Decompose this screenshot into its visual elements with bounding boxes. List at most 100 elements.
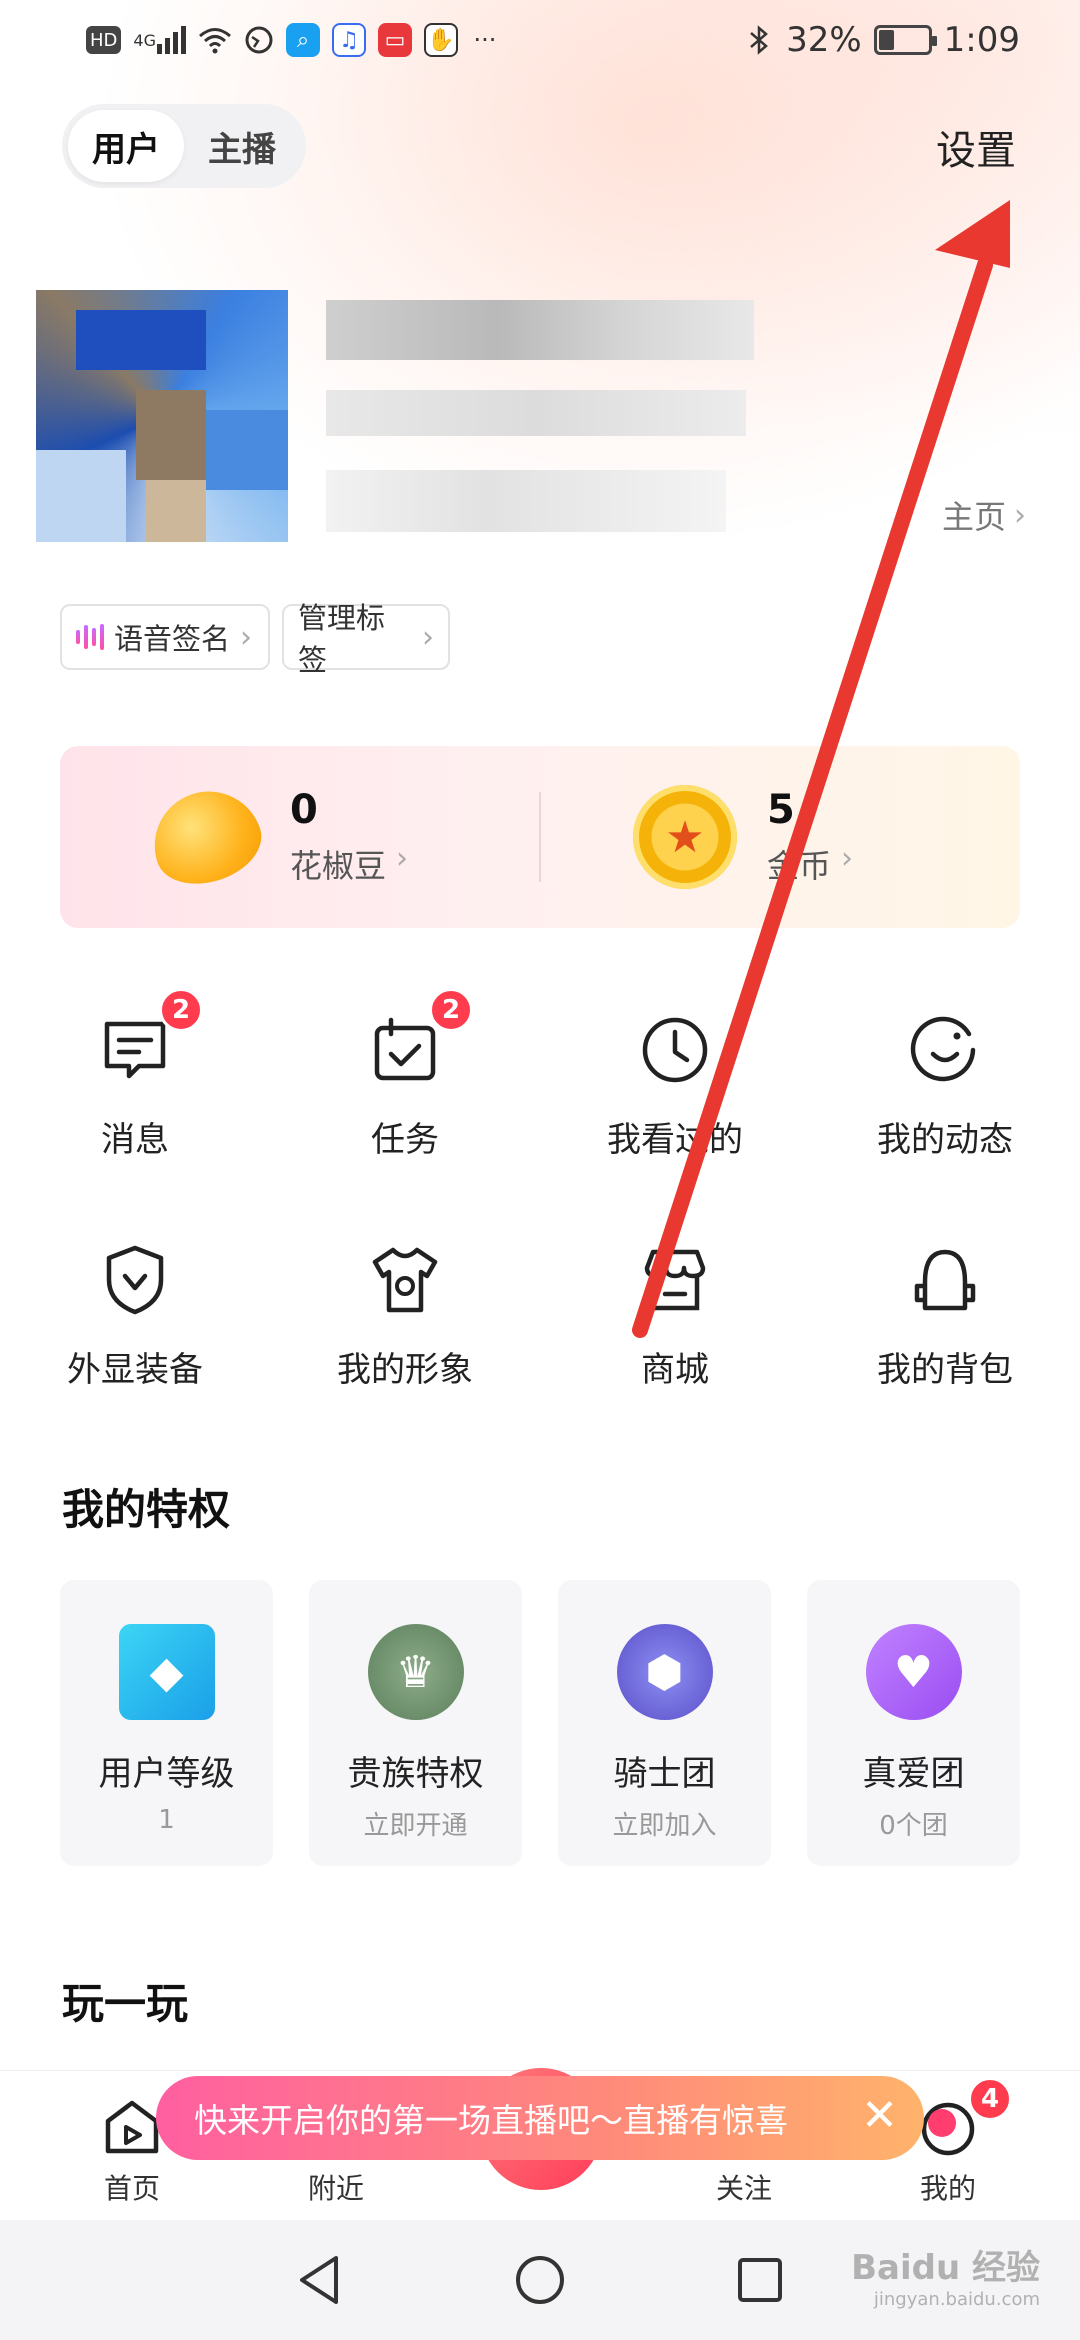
privilege-title: 贵族特权 xyxy=(347,1754,484,1794)
homepage-link[interactable]: 主页 › xyxy=(942,492,1026,538)
role-host-tab[interactable]: 主播 xyxy=(184,110,300,182)
network-type: 4G xyxy=(133,30,156,50)
coins-value: 5 xyxy=(767,787,795,833)
wallet-card: 0 花椒豆 › ★ 5 金币 › xyxy=(60,746,1020,928)
hd-icon: HD xyxy=(86,26,122,54)
menu-label: 我看过的 xyxy=(607,1120,743,1160)
menu-messages[interactable]: 2 消息 xyxy=(0,988,270,1161)
recents-button[interactable] xyxy=(730,2250,790,2310)
bean-icon xyxy=(140,777,272,897)
voice-signature-label: 语音签名 xyxy=(114,622,231,656)
homepage-link-label: 主页 xyxy=(941,498,1006,536)
status-left-icons: HD 4G ⌕ ♫ ▭ ✋ ··· xyxy=(86,23,500,57)
back-triangle-icon xyxy=(300,2256,338,2304)
backpack-icon xyxy=(905,1240,985,1320)
diamond-icon: ◆ xyxy=(118,1624,215,1720)
menu-tasks[interactable]: 2 任务 xyxy=(270,988,540,1161)
book-app-icon: ▭ xyxy=(377,23,412,57)
play-section-title: 玩一玩 xyxy=(62,1979,189,2028)
menu-label: 任务 xyxy=(371,1120,439,1160)
battery-icon xyxy=(873,25,937,55)
tab-label: 我的 xyxy=(919,2172,976,2205)
mine-badge: 4 xyxy=(968,2077,1012,2121)
privileges-list: ◆ 用户等级 1 ♛ 贵族特权 立即开通 ⬢ 骑士团 立即加入 ♥ 真爱团 0个… xyxy=(60,1580,1020,1866)
coins-label: 金币 xyxy=(767,847,832,885)
manage-tags-tag[interactable]: 管理标签 › xyxy=(282,601,450,677)
coin-icon: ★ xyxy=(633,785,737,889)
privilege-sub: 1 xyxy=(158,1805,175,1835)
chevron-right-icon: › xyxy=(841,841,854,876)
menu-label: 商城 xyxy=(641,1350,709,1390)
promo-text: 快来开启你的第一场直播吧～直播有惊喜 xyxy=(194,2101,788,2140)
tab-label: 首页 xyxy=(103,2172,160,2205)
recents-square-icon xyxy=(738,2258,782,2302)
privilege-title: 真爱团 xyxy=(862,1754,965,1794)
voice-wave-icon xyxy=(76,624,104,650)
go-live-promo-banner[interactable]: 快来开启你的第一场直播吧～直播有惊喜 ✕ xyxy=(156,2076,924,2160)
search-app-icon: ⌕ xyxy=(285,23,320,57)
menu-history[interactable]: 我看过的 xyxy=(540,1010,810,1161)
signal-4g-icon: 4G xyxy=(133,23,186,57)
task-icon: 2 xyxy=(365,988,473,1090)
role-user-tab[interactable]: 用户 xyxy=(68,110,184,182)
menu-row-1: 2 消息 2 任务 我看过的 我的动态 xyxy=(0,988,1080,1161)
menu-label: 我的动态 xyxy=(877,1120,1013,1160)
task-badge: 2 xyxy=(429,988,473,1032)
privilege-sub: 立即开通 xyxy=(363,1811,468,1841)
privilege-true-love[interactable]: ♥ 真爱团 0个团 xyxy=(807,1580,1020,1866)
hand-app-icon: ✋ xyxy=(423,23,458,57)
menu-backpack[interactable]: 我的背包 xyxy=(810,1240,1080,1391)
privilege-sub: 立即加入 xyxy=(612,1811,717,1841)
privilege-noble[interactable]: ♛ 贵族特权 立即开通 xyxy=(309,1580,522,1866)
history-clock-icon xyxy=(635,1010,715,1090)
user-stats-redacted xyxy=(326,470,726,532)
role-switch: 用户 主播 xyxy=(62,104,306,188)
privileges-title: 我的特权 xyxy=(62,1485,231,1534)
wifi-icon xyxy=(198,23,232,57)
battery-fill xyxy=(878,30,894,50)
user-info-redacted xyxy=(326,390,746,436)
chevron-right-icon: › xyxy=(240,619,253,655)
menu-equipment[interactable]: 外显装备 xyxy=(0,1240,270,1391)
tab-label: 关注 xyxy=(715,2172,772,2205)
menu-label: 我的形象 xyxy=(337,1350,473,1390)
watermark-url: jingyan.baidu.com xyxy=(873,2289,1040,2310)
menu-store[interactable]: 商城 xyxy=(540,1240,810,1391)
privilege-title: 用户等级 xyxy=(98,1754,235,1794)
heart-group-icon: ♥ xyxy=(865,1624,962,1720)
settings-button[interactable]: 设置 xyxy=(936,118,1016,176)
tshirt-icon xyxy=(365,1240,445,1320)
close-icon[interactable]: ✕ xyxy=(861,2094,898,2138)
chevron-right-icon: › xyxy=(1014,497,1026,533)
privilege-user-level[interactable]: ◆ 用户等级 1 xyxy=(60,1580,273,1866)
knight-badge-icon: ⬢ xyxy=(616,1624,713,1720)
music-app-icon: ♫ xyxy=(331,23,366,57)
clock: 1:09 xyxy=(943,20,1020,60)
watermark: Baidu 经验 jingyan.baidu.com xyxy=(851,2240,1040,2310)
privilege-sub: 0个团 xyxy=(879,1811,948,1841)
username-redacted xyxy=(326,300,754,360)
voice-signature-tag[interactable]: 语音签名 › xyxy=(60,604,270,670)
home-icon xyxy=(105,2100,159,2154)
back-button[interactable] xyxy=(290,2250,350,2310)
noble-crest-icon: ♛ xyxy=(367,1624,464,1720)
chevron-right-icon: › xyxy=(422,619,434,655)
tab-label: 附近 xyxy=(307,2172,364,2205)
menu-row-2: 外显装备 我的形象 商城 我的背包 xyxy=(0,1240,1080,1391)
beans-balance[interactable]: 0 花椒豆 › xyxy=(60,777,539,897)
chevron-right-icon: › xyxy=(396,841,409,876)
coins-balance[interactable]: ★ 5 金币 › xyxy=(541,785,1020,889)
status-bar: HD 4G ⌕ ♫ ▭ ✋ ··· 32% 1:09 xyxy=(0,0,1080,80)
watermark-brand: Baidu 经验 xyxy=(851,2248,1040,2288)
mine-icon: 4 xyxy=(918,2077,1012,2157)
more-icon: ··· xyxy=(473,26,497,54)
avatar[interactable] xyxy=(36,290,288,542)
battery-percent: 32% xyxy=(786,20,862,60)
shield-icon xyxy=(95,1240,175,1320)
menu-moments[interactable]: 我的动态 xyxy=(810,1010,1080,1161)
menu-avatar-look[interactable]: 我的形象 xyxy=(270,1240,540,1391)
home-nav-button[interactable] xyxy=(510,2250,570,2310)
privilege-knight[interactable]: ⬢ 骑士团 立即加入 xyxy=(558,1580,771,1866)
bluetooth-icon xyxy=(744,23,774,57)
menu-label: 我的背包 xyxy=(877,1350,1013,1390)
